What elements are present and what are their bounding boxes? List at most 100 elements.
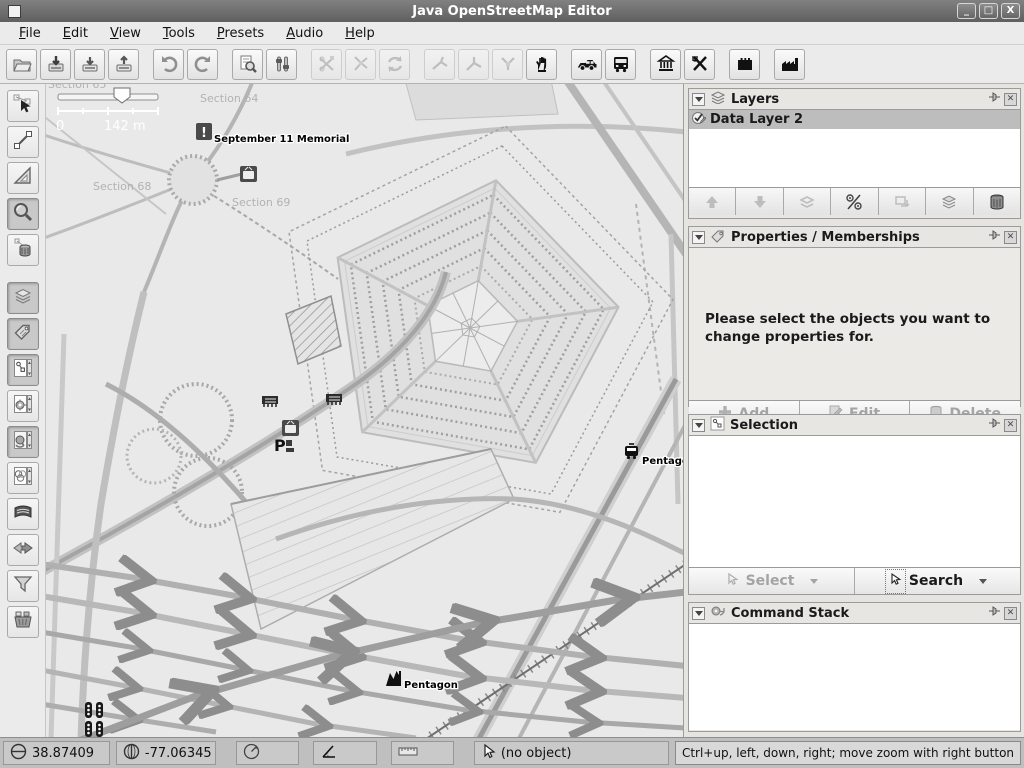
zoom-slider-thumb[interactable] xyxy=(114,88,130,103)
selection-collapse-button[interactable] xyxy=(692,419,705,432)
menu-audio[interactable]: Audio xyxy=(277,24,332,43)
layers-list[interactable]: Data Layer 2 xyxy=(689,109,1020,188)
selection-panel-title: Selection xyxy=(730,418,983,433)
menu-help[interactable]: Help xyxy=(336,24,384,43)
museum-icon xyxy=(656,54,676,74)
menubar: File Edit View Tools Presets Audio Help xyxy=(0,22,1024,45)
section-69-label: Section 69 xyxy=(232,196,290,209)
search-button[interactable] xyxy=(232,49,263,80)
merge-node-button[interactable] xyxy=(458,49,489,80)
sticky-pin-icon[interactable] xyxy=(988,417,1002,433)
preset-restaurant-button[interactable] xyxy=(684,49,715,80)
properties-close-icon[interactable]: ✕ xyxy=(1004,231,1017,244)
redo-icon xyxy=(193,54,213,74)
unglue-button[interactable] xyxy=(424,49,455,80)
toggle-conflict-panel-button[interactable] xyxy=(7,534,39,566)
selection-panel-icon xyxy=(710,416,725,435)
toggle-relations-panel-button[interactable] xyxy=(7,390,39,422)
upload-icon xyxy=(114,54,134,74)
sticky-pin-icon[interactable] xyxy=(988,605,1002,621)
toggle-filter-panel-button[interactable] xyxy=(7,570,39,602)
commandstack-collapse-button[interactable] xyxy=(692,607,705,620)
layer-delete-button[interactable] xyxy=(974,188,1020,215)
section-top-label: Section 65 xyxy=(48,84,106,91)
map-canvas[interactable]: 0 142 m Section 65 Section 64 Section 68… xyxy=(46,84,684,737)
scale-min-label: 0 xyxy=(56,119,64,134)
selection-buttons: Select Search xyxy=(689,568,1020,594)
bus-stop-label: Pentagon xyxy=(642,456,684,467)
toggle-commandstack-panel-button[interactable] xyxy=(7,426,39,458)
upload-button[interactable] xyxy=(108,49,139,80)
layer-move-down-button[interactable] xyxy=(736,188,783,215)
layer-merge-button[interactable] xyxy=(784,188,831,215)
preferences-button[interactable] xyxy=(266,49,297,80)
redo-button[interactable] xyxy=(187,49,218,80)
preset-bus-button[interactable] xyxy=(605,49,636,80)
toggle-history-panel-button[interactable] xyxy=(7,498,39,530)
selection-list[interactable] xyxy=(689,435,1020,568)
layer-move-up-button[interactable] xyxy=(689,188,736,215)
undo-button[interactable] xyxy=(153,49,184,80)
menu-presets[interactable]: Presets xyxy=(208,24,273,43)
commandstack-list[interactable] xyxy=(689,623,1020,730)
search-icon xyxy=(238,54,258,74)
combine-way-button[interactable] xyxy=(345,49,376,80)
layers-collapse-button[interactable] xyxy=(692,93,705,106)
longitude-value: -77.06345 xyxy=(145,746,212,761)
zoom-mode-button[interactable] xyxy=(7,198,39,230)
preset-car-button[interactable] xyxy=(571,49,602,80)
toggle-changeset-panel-button[interactable] xyxy=(7,606,39,638)
select-mode-button[interactable] xyxy=(7,90,39,122)
angle-icon xyxy=(320,743,338,763)
measure-mode-button[interactable] xyxy=(7,162,39,194)
toggle-mappaint-panel-button[interactable] xyxy=(7,462,39,494)
preferences-icon xyxy=(272,54,292,74)
menu-edit[interactable]: Edit xyxy=(54,24,97,43)
download-button[interactable] xyxy=(74,49,105,80)
sticky-pin-icon[interactable] xyxy=(988,229,1002,245)
sticky-pin-icon[interactable] xyxy=(988,91,1002,107)
open-button[interactable] xyxy=(6,49,37,80)
join-node-button[interactable] xyxy=(492,49,523,80)
layer-row-data-layer-2[interactable]: Data Layer 2 xyxy=(689,110,1020,129)
tv-icon-north xyxy=(240,166,257,182)
search-button-panel[interactable]: Search xyxy=(855,568,1020,594)
close-button[interactable]: X xyxy=(1001,3,1020,19)
window-titlebar[interactable]: Java OpenStreetMap Editor _ □ X xyxy=(0,0,1024,22)
minimize-button[interactable]: _ xyxy=(957,3,976,19)
pointer-icon xyxy=(481,743,496,764)
hand-tool-button[interactable] xyxy=(526,49,557,80)
delete-mode-button[interactable] xyxy=(7,234,39,266)
menu-view[interactable]: View xyxy=(101,24,150,43)
layer-list-button[interactable] xyxy=(926,188,973,215)
commandstack-panel-header: Command Stack ✕ xyxy=(689,603,1020,623)
split-way-button[interactable] xyxy=(311,49,342,80)
update-data-button[interactable] xyxy=(379,49,410,80)
main-toolbar xyxy=(0,45,1024,84)
properties-collapse-button[interactable] xyxy=(692,231,705,244)
draw-mode-button[interactable] xyxy=(7,126,39,158)
layer-edit-check-icon[interactable] xyxy=(691,110,706,129)
commandstack-close-icon[interactable]: ✕ xyxy=(1004,607,1017,620)
dialog-column: Layers ✕ Data Layer 2 Propert xyxy=(685,84,1024,737)
toggle-selection-panel-button[interactable] xyxy=(7,354,39,386)
preset-castle-button[interactable] xyxy=(729,49,760,80)
preset-museum-button[interactable] xyxy=(650,49,681,80)
selection-close-icon[interactable]: ✕ xyxy=(1004,419,1017,432)
memorial-marker[interactable]: ! xyxy=(196,123,212,141)
layer-duplicate-button[interactable] xyxy=(879,188,926,215)
station-marker[interactable] xyxy=(386,671,401,686)
save-button[interactable] xyxy=(40,49,71,80)
layer-visibility-button[interactable] xyxy=(831,188,878,215)
layers-toolbar xyxy=(689,188,1020,215)
search-cursor-icon xyxy=(888,572,903,591)
properties-panel-title: Properties / Memberships xyxy=(731,230,983,245)
select-button[interactable]: Select xyxy=(689,568,855,594)
menu-file[interactable]: File xyxy=(10,24,50,43)
toggle-properties-panel-button[interactable] xyxy=(7,318,39,350)
layers-close-icon[interactable]: ✕ xyxy=(1004,93,1017,106)
menu-tools[interactable]: Tools xyxy=(154,24,204,43)
preset-works-button[interactable] xyxy=(774,49,805,80)
toggle-layers-panel-button[interactable] xyxy=(7,282,39,314)
maximize-button[interactable]: □ xyxy=(979,3,998,19)
